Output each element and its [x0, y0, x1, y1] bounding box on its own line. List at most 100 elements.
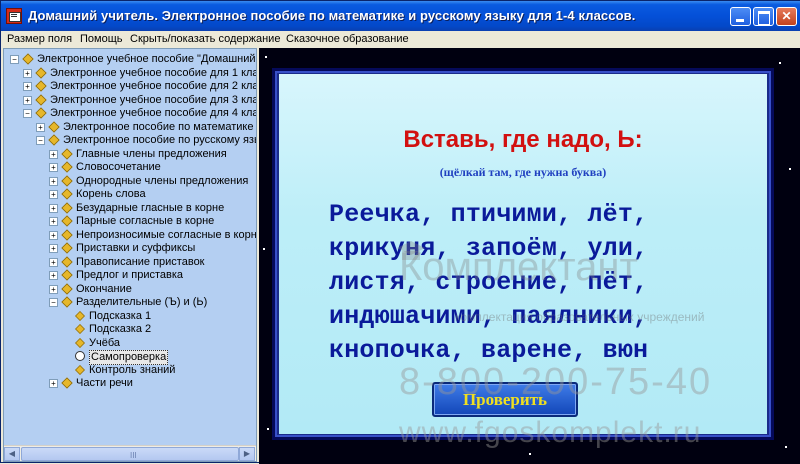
tree-item-label: Электронное учебное пособие для 1 класса	[50, 66, 256, 79]
expand-icon[interactable]: +	[49, 149, 58, 159]
menu-field-size[interactable]: Размер поля	[7, 33, 72, 45]
glasses-icon	[75, 351, 85, 361]
tree-item[interactable]: + Части речи	[4, 377, 256, 390]
exercise-stage: Вставь, где надо, Ь: (щёлкай там, где ну…	[259, 48, 800, 464]
book-icon	[61, 377, 73, 389]
tree-item[interactable]: + Главные члены предложения	[4, 148, 256, 161]
tree-item-label: Приставки и суффиксы	[76, 242, 196, 254]
collapse-icon[interactable]: −	[10, 55, 19, 64]
book-icon	[61, 201, 73, 214]
tree-item[interactable]: Подсказка 1	[4, 310, 256, 323]
book-icon	[35, 93, 47, 106]
expand-icon[interactable]: +	[36, 122, 45, 132]
menu-bar: Размер поля Помощь Скрыть/показать содер…	[1, 31, 800, 48]
collapse-icon[interactable]: −	[49, 298, 58, 307]
word-line[interactable]: Реечка, птичими, лёт,	[329, 200, 648, 229]
tree-item-label: Электронное учебное пособие для 4 класса	[50, 107, 256, 119]
expand-icon[interactable]: +	[49, 271, 58, 280]
expand-icon[interactable]: +	[23, 82, 32, 91]
expand-icon[interactable]: +	[49, 163, 58, 172]
menu-help[interactable]: Помощь	[80, 33, 123, 45]
star-decoration	[779, 62, 781, 64]
book-icon	[48, 120, 60, 133]
tree-item[interactable]: + Корень слова	[4, 188, 256, 201]
tree-item-label: Словосочетание	[76, 161, 161, 173]
collapse-icon[interactable]: −	[23, 109, 32, 118]
expand-icon[interactable]: +	[49, 176, 58, 186]
tree-item[interactable]: + Однородные члены предложения	[4, 175, 256, 188]
app-window: Домашний учитель. Электронное пособие по…	[0, 0, 800, 464]
doc-icon	[75, 337, 85, 348]
title-bar[interactable]: Домашний учитель. Электронное пособие по…	[1, 1, 800, 31]
tree-item[interactable]: − Электронное учебное пособие "Домашний у…	[4, 53, 256, 66]
watermark-site: www.fgoskomplekt.ru	[399, 416, 702, 449]
star-decoration	[263, 248, 265, 250]
watermark-brand: Комплектант	[399, 245, 638, 289]
tree-item-label: Электронное пособие по математике	[63, 120, 254, 133]
tree-item-label: Предлог и приставка	[76, 269, 184, 281]
scrollbar-thumb[interactable]: III	[21, 447, 239, 461]
book-icon	[61, 228, 73, 241]
book-icon	[61, 215, 73, 227]
tree-item-label: Электронное учебное пособие для 2 класса	[50, 80, 256, 92]
tree-item-label: Корень слова	[76, 188, 146, 200]
tree-item-label: Окончание	[76, 282, 132, 295]
watermark-tagline: комплектация образовательных учреждений	[455, 310, 705, 324]
expand-icon[interactable]: +	[49, 203, 58, 213]
contents-tree[interactable]: − Электронное учебное пособие "Домашний у…	[4, 49, 256, 445]
expand-icon[interactable]: +	[49, 217, 58, 226]
tree-item-label: Контроль знаний	[89, 363, 176, 376]
star-decoration	[265, 56, 267, 58]
tree-item[interactable]: Контроль знаний	[4, 364, 256, 377]
tree-item[interactable]: Подсказка 2	[4, 323, 256, 336]
close-button[interactable]: ✕	[776, 7, 797, 26]
expand-icon[interactable]: +	[49, 190, 58, 199]
tree-item-label: Однородные члены предложения	[76, 174, 249, 187]
collapse-icon[interactable]: −	[36, 136, 45, 145]
expand-icon[interactable]: +	[49, 244, 58, 253]
tree-item[interactable]: + Непроизносимые согласные в корне	[4, 229, 256, 242]
exercise-title: Вставь, где надо, Ь:	[403, 126, 643, 153]
maximize-button[interactable]	[753, 7, 774, 26]
tree-item[interactable]: + Электронное учебное пособие для 2 класс…	[4, 80, 256, 93]
tree-item[interactable]: Самопроверка	[4, 350, 256, 365]
contents-panel: − Электронное учебное пособие "Домашний у…	[3, 48, 257, 462]
expand-icon[interactable]: +	[49, 284, 58, 294]
tree-item[interactable]: − Электронное пособие по русскому языку	[4, 134, 256, 147]
tree-item-label: Непроизносимые согласные в корне	[76, 228, 256, 241]
scroll-left-button[interactable]: ◀	[4, 447, 20, 461]
book-icon	[35, 80, 47, 92]
tree-item[interactable]: + Электронное учебное пособие для 3 класс…	[4, 94, 256, 107]
menu-toggle-contents[interactable]: Скрыть/показать содержание	[130, 33, 280, 45]
expand-icon[interactable]: +	[49, 257, 58, 267]
book-icon	[61, 296, 73, 308]
tree-item[interactable]: + Правописание приставок	[4, 256, 256, 269]
tree-item-label: Части речи	[76, 377, 133, 389]
tree-item[interactable]: − Электронное учебное пособие для 4 класс…	[4, 107, 256, 120]
tree-item[interactable]: + Окончание	[4, 283, 256, 296]
expand-icon[interactable]: +	[23, 95, 32, 105]
menu-fairy-education[interactable]: Сказочное образование	[286, 33, 409, 45]
tree-item[interactable]: + Безударные гласные в корне	[4, 202, 256, 215]
tree-item[interactable]: − Разделительные (Ъ) и (Ь)	[4, 296, 256, 309]
horizontal-scrollbar[interactable]: ◀ III ▶	[4, 445, 256, 461]
minimize-button[interactable]	[730, 7, 751, 26]
tree-item-label: Подсказка 2	[89, 323, 152, 335]
book-icon	[61, 255, 73, 268]
tree-item[interactable]: + Электронное пособие по математике	[4, 121, 256, 134]
star-decoration	[789, 168, 791, 170]
tree-item[interactable]: + Словосочетание	[4, 161, 256, 174]
tree-item[interactable]: + Предлог и приставка	[4, 269, 256, 282]
tree-item[interactable]: + Парные согласные в корне	[4, 215, 256, 228]
tree-item-label: Электронное пособие по русскому языку	[63, 134, 256, 146]
expand-icon[interactable]: +	[49, 230, 58, 240]
tree-item[interactable]: + Электронное учебное пособие для 1 класс…	[4, 67, 256, 80]
book-icon	[61, 242, 73, 254]
scroll-right-button[interactable]: ▶	[239, 447, 255, 461]
tree-item-label: Электронное учебное пособие "Домашний уч…	[37, 53, 256, 65]
book-icon	[35, 66, 47, 79]
tree-item[interactable]: Учёба	[4, 337, 256, 350]
expand-icon[interactable]: +	[49, 379, 58, 388]
expand-icon[interactable]: +	[23, 68, 32, 78]
tree-item[interactable]: + Приставки и суффиксы	[4, 242, 256, 255]
